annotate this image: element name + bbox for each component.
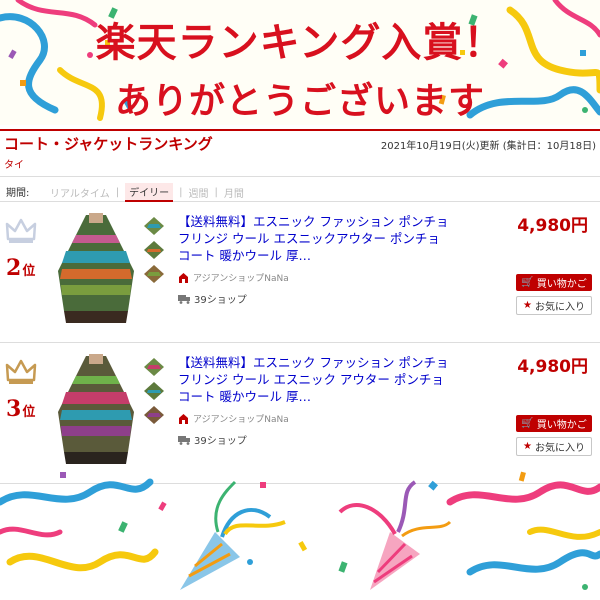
period-tab-realtime[interactable]: リアルタイム [50, 185, 110, 200]
rank-number: 2位 [6, 255, 36, 281]
add-to-cart-button[interactable]: 🛒 買い物かご [516, 274, 592, 291]
genre-link[interactable]: タイ [4, 156, 24, 171]
product-image[interactable] [56, 352, 136, 470]
product-thumbnail[interactable] [143, 216, 165, 236]
period-tab-daily[interactable]: デイリー [125, 183, 174, 202]
shop-icon [179, 413, 188, 424]
product-thumbnail[interactable] [143, 357, 165, 377]
product-thumbnail[interactable] [143, 264, 165, 284]
ranking-title[interactable]: コート・ジャケットランキング [4, 133, 213, 154]
ranking-item-2: 2位 【送料無料】エスニック ファッション ポンチョ フリンジ ウール エスニッ… [0, 203, 600, 343]
shipping-icon [178, 294, 190, 304]
shop-count-label[interactable]: 39ショップ [194, 432, 247, 447]
rank-number: 3位 [6, 396, 36, 422]
shop-info: アジアンショップNaNa [178, 412, 289, 425]
product-price: 4,980円 [517, 357, 588, 377]
shipping-icon [178, 435, 190, 445]
crown-icon [5, 359, 37, 384]
add-to-favorites-button[interactable]: ★ お気に入り [516, 437, 592, 456]
banner-headline: 楽天ランキング入賞！ [95, 19, 505, 66]
party-decoration [0, 462, 600, 600]
celebration-banner: 楽天ランキング入賞！ ありがとうございます [0, 0, 600, 125]
product-thumbnails [143, 357, 165, 425]
shop-count-label[interactable]: 39ショップ [194, 291, 247, 306]
period-tabs: リアルタイム | デイリー | 週間 | 月間 [50, 183, 244, 202]
star-icon: ★ [523, 300, 532, 311]
cart-icon: 🛒 [521, 277, 534, 288]
period-label: 期間: [6, 188, 30, 199]
period-selector: 期間: リアルタイム | デイリー | 週間 | 月間 [0, 176, 600, 202]
cart-icon: 🛒 [521, 418, 534, 429]
product-title-link[interactable]: 【送料無料】エスニック ファッション ポンチョ フリンジ ウール エスニック ア… [178, 354, 450, 405]
product-price: 4,980円 [517, 216, 588, 236]
period-separator: | [214, 187, 218, 198]
period-separator: | [179, 187, 183, 198]
add-to-cart-button[interactable]: 🛒 買い物かご [516, 415, 592, 432]
product-image[interactable] [56, 211, 136, 329]
period-tab-monthly[interactable]: 月間 [224, 185, 244, 200]
crown-icon [5, 218, 37, 243]
ranking-updated-date: 2021年10月19日(火)更新 (集計日：10月18日) [380, 141, 596, 152]
product-thumbnail[interactable] [143, 405, 165, 425]
period-separator: | [115, 187, 120, 198]
ranking-header: コート・ジャケットランキング 2021年10月19日(火)更新 (集計日：10月… [0, 129, 600, 153]
shop-icon [179, 272, 188, 283]
product-title-link[interactable]: 【送料無料】エスニック ファッション ポンチョ フリンジ ウール エスニックアウ… [178, 213, 450, 264]
review-info: 39ショップ [178, 291, 247, 306]
add-to-favorites-button[interactable]: ★ お気に入り [516, 296, 592, 315]
party-popper-illustration [0, 471, 600, 590]
shop-name-link[interactable]: アジアンショップNaNa [193, 412, 289, 425]
shop-name-link[interactable]: アジアンショップNaNa [193, 271, 289, 284]
star-icon: ★ [523, 441, 532, 452]
review-info: 39ショップ [178, 432, 247, 447]
product-thumbnails [143, 216, 165, 284]
product-thumbnail[interactable] [143, 240, 165, 260]
period-tab-weekly[interactable]: 週間 [188, 185, 208, 200]
banner-thanks: ありがとうございます [114, 80, 485, 122]
shop-info: アジアンショップNaNa [178, 271, 289, 284]
product-thumbnail[interactable] [143, 381, 165, 401]
